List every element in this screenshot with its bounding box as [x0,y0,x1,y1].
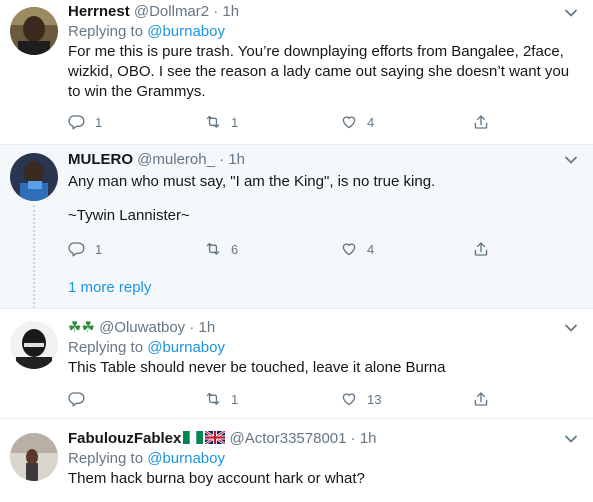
chevron-down-icon[interactable] [563,431,579,447]
replying-label: Replying to [68,339,144,356]
tweet-text-line: ~Tywin Lannister~ [68,207,190,224]
reply-icon [68,242,85,257]
share-button[interactable] [472,389,490,409]
reply-icon [68,392,85,407]
chevron-down-icon[interactable] [563,5,579,21]
like-button[interactable]: 13 [340,389,381,409]
author-handle[interactable]: @Dollmar2 [134,3,209,20]
share-icon [474,242,488,256]
tweet-time[interactable]: · 1h [219,151,245,168]
author-name[interactable]: FabulouzFablex [68,430,181,447]
author-name[interactable]: ☘☘ [68,319,95,336]
tweet-time[interactable]: · 1h [213,3,239,20]
tweet-actions: 1 1 4 [68,112,538,132]
share-button[interactable] [472,112,490,132]
retweet-button[interactable]: 1 [204,112,238,132]
tweet-text: Any man who must say, "I am the King", i… [68,172,581,226]
share-icon [474,392,488,406]
tweet-text-line: For me this is pure trash. You’re downpl… [68,43,564,60]
tweet-text-line: This Table should never be touched, leav… [68,359,446,376]
share-button[interactable] [472,239,490,259]
tweet-actions: 1 13 [68,389,538,409]
replying-label: Replying to [68,23,144,40]
tweet-time[interactable]: · 1h [351,430,377,447]
avatar[interactable] [10,7,58,55]
like-count: 4 [367,114,375,130]
uk-flag-icon [205,431,226,444]
author-handle[interactable]: @muleroh_ [137,151,215,168]
replying-to-link[interactable]: @burnaboy [147,339,225,356]
reply-count: 1 [95,114,103,130]
like-button[interactable]: 4 [340,239,374,259]
heart-icon [342,116,356,129]
retweet-icon [206,242,220,255]
reply-icon [68,115,85,130]
avatar[interactable] [10,153,58,201]
chevron-down-icon[interactable] [563,152,579,168]
tweet-actions: 1 6 4 [68,239,538,259]
heart-icon [342,393,356,406]
tweet-text: Them hack burna boy account hark or what… [68,469,581,489]
tweet-text: This Table should never be touched, leav… [68,358,581,378]
tweet-text-line: Them hack burna boy account hark or what… [68,470,365,487]
retweet-icon [206,392,220,405]
retweet-icon [206,115,220,128]
tweet-text-line [68,192,581,206]
avatar[interactable] [10,321,58,369]
reply-button[interactable] [68,389,95,409]
like-button[interactable]: 4 [340,112,374,132]
like-count: 13 [367,391,382,407]
tweet-text-line: to win the Grammys. [68,83,206,100]
tweet-text-line: wizkid, OBO. I see the reason a lady cam… [68,63,570,80]
tweet-text: For me this is pure trash. You’re downpl… [68,42,581,102]
retweet-count: 1 [231,114,239,130]
nigeria-flag-icon [183,431,204,444]
heart-icon [342,243,356,256]
share-icon [474,115,488,129]
tweet[interactable]: FabulouzFablex @Actor33578001 · 1h Reply… [0,419,593,502]
reply-button[interactable]: 1 [68,112,102,132]
tweet[interactable]: ☘☘ @Oluwatboy · 1h Replying to @burnaboy… [0,308,593,419]
retweet-button[interactable]: 6 [204,239,238,259]
chevron-down-icon[interactable] [563,320,579,336]
show-more-replies-link[interactable]: 1 more reply [68,279,151,296]
retweet-count: 6 [231,241,239,257]
author-name[interactable]: MULERO [68,151,133,168]
tweet-time[interactable]: · 1h [189,319,215,336]
replying-label: Replying to [68,450,144,467]
tweet-text-line: Any man who must say, "I am the King", i… [68,173,436,190]
replying-to-link[interactable]: @burnaboy [147,23,225,40]
author-handle[interactable]: @Actor33578001 [230,430,347,447]
author-handle[interactable]: @Oluwatboy [99,319,185,336]
avatar[interactable] [10,433,58,481]
replying-to-link[interactable]: @burnaboy [147,450,225,467]
thread-line [33,205,35,308]
reply-count: 1 [95,241,103,257]
reply-button[interactable]: 1 [68,239,102,259]
retweet-count: 1 [231,391,239,407]
author-name[interactable]: Herrnest [68,3,130,20]
like-count: 4 [367,241,375,257]
tweet[interactable]: MULERO @muleroh_ · 1h Any man who must s… [0,145,593,308]
tweet[interactable]: Herrnest @Dollmar2 · 1h Replying to @bur… [0,0,593,145]
retweet-button[interactable]: 1 [204,389,238,409]
